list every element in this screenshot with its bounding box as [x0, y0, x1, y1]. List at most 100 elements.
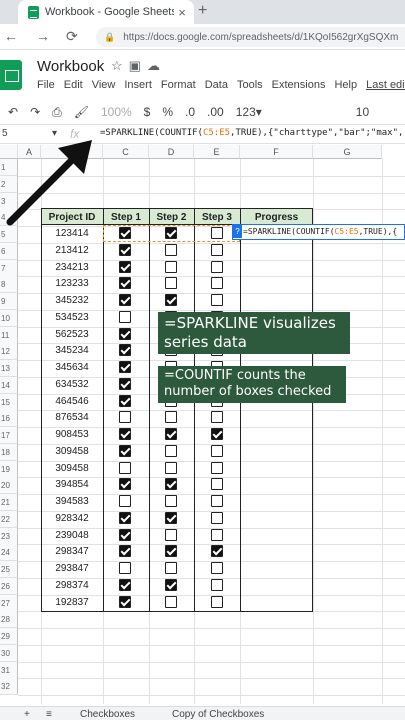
checkbox-checked[interactable]	[119, 545, 131, 558]
menu-item-file[interactable]: File	[37, 79, 55, 91]
redo-icon[interactable]: ↷	[30, 105, 40, 119]
checkbox-unchecked[interactable]	[211, 562, 223, 574]
project-id-cell[interactable]: 123414	[41, 225, 103, 242]
menu-item-insert[interactable]: Insert	[124, 79, 152, 91]
checkbox-checked[interactable]	[119, 361, 131, 373]
row-header[interactable]: 7	[0, 259, 18, 277]
menu-item-view[interactable]: View	[92, 79, 116, 91]
checkbox-unchecked[interactable]	[211, 595, 223, 608]
grid-corner[interactable]	[0, 145, 18, 159]
checkbox-checked[interactable]	[119, 227, 131, 239]
menu-item-last-edit[interactable]: Last edit	[366, 79, 405, 91]
checkbox-checked[interactable]	[119, 277, 131, 290]
row-header[interactable]: 17	[0, 427, 18, 444]
checkbox-unchecked[interactable]	[211, 294, 223, 306]
checkbox-checked[interactable]	[165, 511, 177, 524]
checkbox-unchecked[interactable]	[165, 495, 177, 507]
checkbox-unchecked[interactable]	[119, 310, 131, 323]
project-id-cell[interactable]: 309458	[41, 460, 103, 477]
paint-format-icon[interactable]: 🖌	[74, 105, 89, 119]
checkbox-checked[interactable]	[119, 444, 131, 457]
column-header-e[interactable]: E	[194, 145, 240, 159]
checkbox-checked[interactable]	[119, 243, 131, 256]
row-header[interactable]: 11	[0, 326, 18, 344]
row-header[interactable]: 31	[0, 661, 18, 679]
checkbox-unchecked[interactable]	[211, 277, 223, 290]
checkbox-unchecked[interactable]	[165, 595, 177, 608]
star-icon[interactable]: ☆	[111, 58, 129, 73]
row-header[interactable]: 22	[0, 510, 18, 528]
checkbox-unchecked[interactable]	[165, 411, 177, 424]
checkbox-checked[interactable]	[119, 327, 131, 340]
project-id-cell[interactable]: 298374	[41, 577, 103, 594]
new-tab-icon[interactable]: +	[198, 2, 207, 20]
sheet-tab-checkboxes[interactable]: Checkboxes	[80, 709, 135, 720]
checkbox-unchecked[interactable]	[211, 461, 223, 474]
checkbox-unchecked[interactable]	[211, 227, 223, 239]
checkbox-checked[interactable]	[211, 545, 223, 558]
column-header-d[interactable]: D	[149, 145, 194, 159]
column-header-a[interactable]: A	[18, 145, 41, 159]
checkbox-unchecked[interactable]	[211, 478, 223, 491]
checkbox-unchecked[interactable]	[211, 528, 223, 541]
project-id-cell[interactable]: 345232	[41, 292, 103, 309]
decrease-decimal-button[interactable]: .0	[185, 105, 195, 119]
row-header[interactable]: 10	[0, 309, 18, 327]
project-id-cell[interactable]: 634532	[41, 376, 103, 393]
checkbox-checked[interactable]	[119, 377, 131, 390]
checkbox-checked[interactable]	[165, 578, 177, 591]
checkbox-checked[interactable]	[165, 227, 177, 239]
name-box[interactable]: 5 ▾	[0, 125, 62, 143]
project-id-cell[interactable]: 876534	[41, 409, 103, 426]
checkbox-checked[interactable]	[165, 294, 177, 306]
url-field[interactable]: 🔒 https://docs.google.com/spreadsheets/d…	[96, 27, 405, 47]
checkbox-checked[interactable]	[119, 428, 131, 440]
menu-item-tools[interactable]: Tools	[237, 79, 263, 91]
checkbox-checked[interactable]	[165, 478, 177, 491]
column-header-c[interactable]: C	[103, 145, 149, 159]
project-id-cell[interactable]: 464546	[41, 393, 103, 410]
project-id-cell[interactable]: 192837	[41, 594, 103, 611]
project-id-cell[interactable]: 345234	[41, 342, 103, 359]
project-id-cell[interactable]: 908453	[41, 426, 103, 443]
project-id-cell[interactable]: 394583	[41, 493, 103, 510]
forward-icon[interactable]: →	[36, 28, 50, 44]
row-header[interactable]: 6	[0, 242, 18, 260]
checkbox-checked[interactable]	[119, 394, 131, 407]
project-id-cell[interactable]: 345634	[41, 359, 103, 376]
checkbox-unchecked[interactable]	[165, 528, 177, 541]
row-header[interactable]: 16	[0, 410, 18, 428]
move-folder-icon[interactable]: ▣	[129, 58, 147, 73]
row-header[interactable]: 18	[0, 443, 18, 461]
checkbox-unchecked[interactable]	[119, 461, 131, 474]
menu-item-help[interactable]: Help	[334, 79, 357, 91]
project-id-cell[interactable]: 123233	[41, 275, 103, 292]
checkbox-checked[interactable]	[119, 478, 131, 491]
checkbox-unchecked[interactable]	[119, 562, 131, 574]
row-header[interactable]: 1	[0, 159, 18, 176]
project-id-cell[interactable]: 298347	[41, 543, 103, 560]
column-header-b[interactable]: B	[41, 145, 103, 159]
row-header[interactable]: 30	[0, 644, 18, 662]
row-header[interactable]: 23	[0, 527, 18, 545]
formula-input[interactable]: =SPARKLINE(COUNTIF(C5:E5,TRUE),{"chartty…	[100, 128, 403, 138]
project-id-cell[interactable]: 394854	[41, 476, 103, 493]
document-title[interactable]: Workbook	[37, 58, 104, 75]
row-header[interactable]: 2	[0, 175, 18, 193]
menu-item-data[interactable]: Data	[205, 79, 228, 91]
project-id-cell[interactable]: 534523	[41, 309, 103, 326]
sheet-tab-copy-of-checkboxes[interactable]: Copy of Checkboxes	[172, 709, 264, 720]
checkbox-checked[interactable]	[165, 428, 177, 440]
project-id-cell[interactable]: 213412	[41, 242, 103, 259]
checkbox-checked[interactable]	[119, 344, 131, 357]
row-header[interactable]: 8	[0, 276, 18, 294]
browser-tab[interactable]: Workbook - Google Sheets ×	[18, 0, 194, 24]
row-header[interactable]: 14	[0, 376, 18, 394]
row-header[interactable]: 27	[0, 594, 18, 612]
checkbox-checked[interactable]	[119, 578, 131, 591]
row-header[interactable]: 21	[0, 494, 18, 511]
add-sheet-button[interactable]: +	[24, 709, 30, 720]
row-header[interactable]: 24	[0, 544, 18, 562]
row-header[interactable]: 4	[0, 209, 18, 227]
checkbox-unchecked[interactable]	[211, 444, 223, 457]
